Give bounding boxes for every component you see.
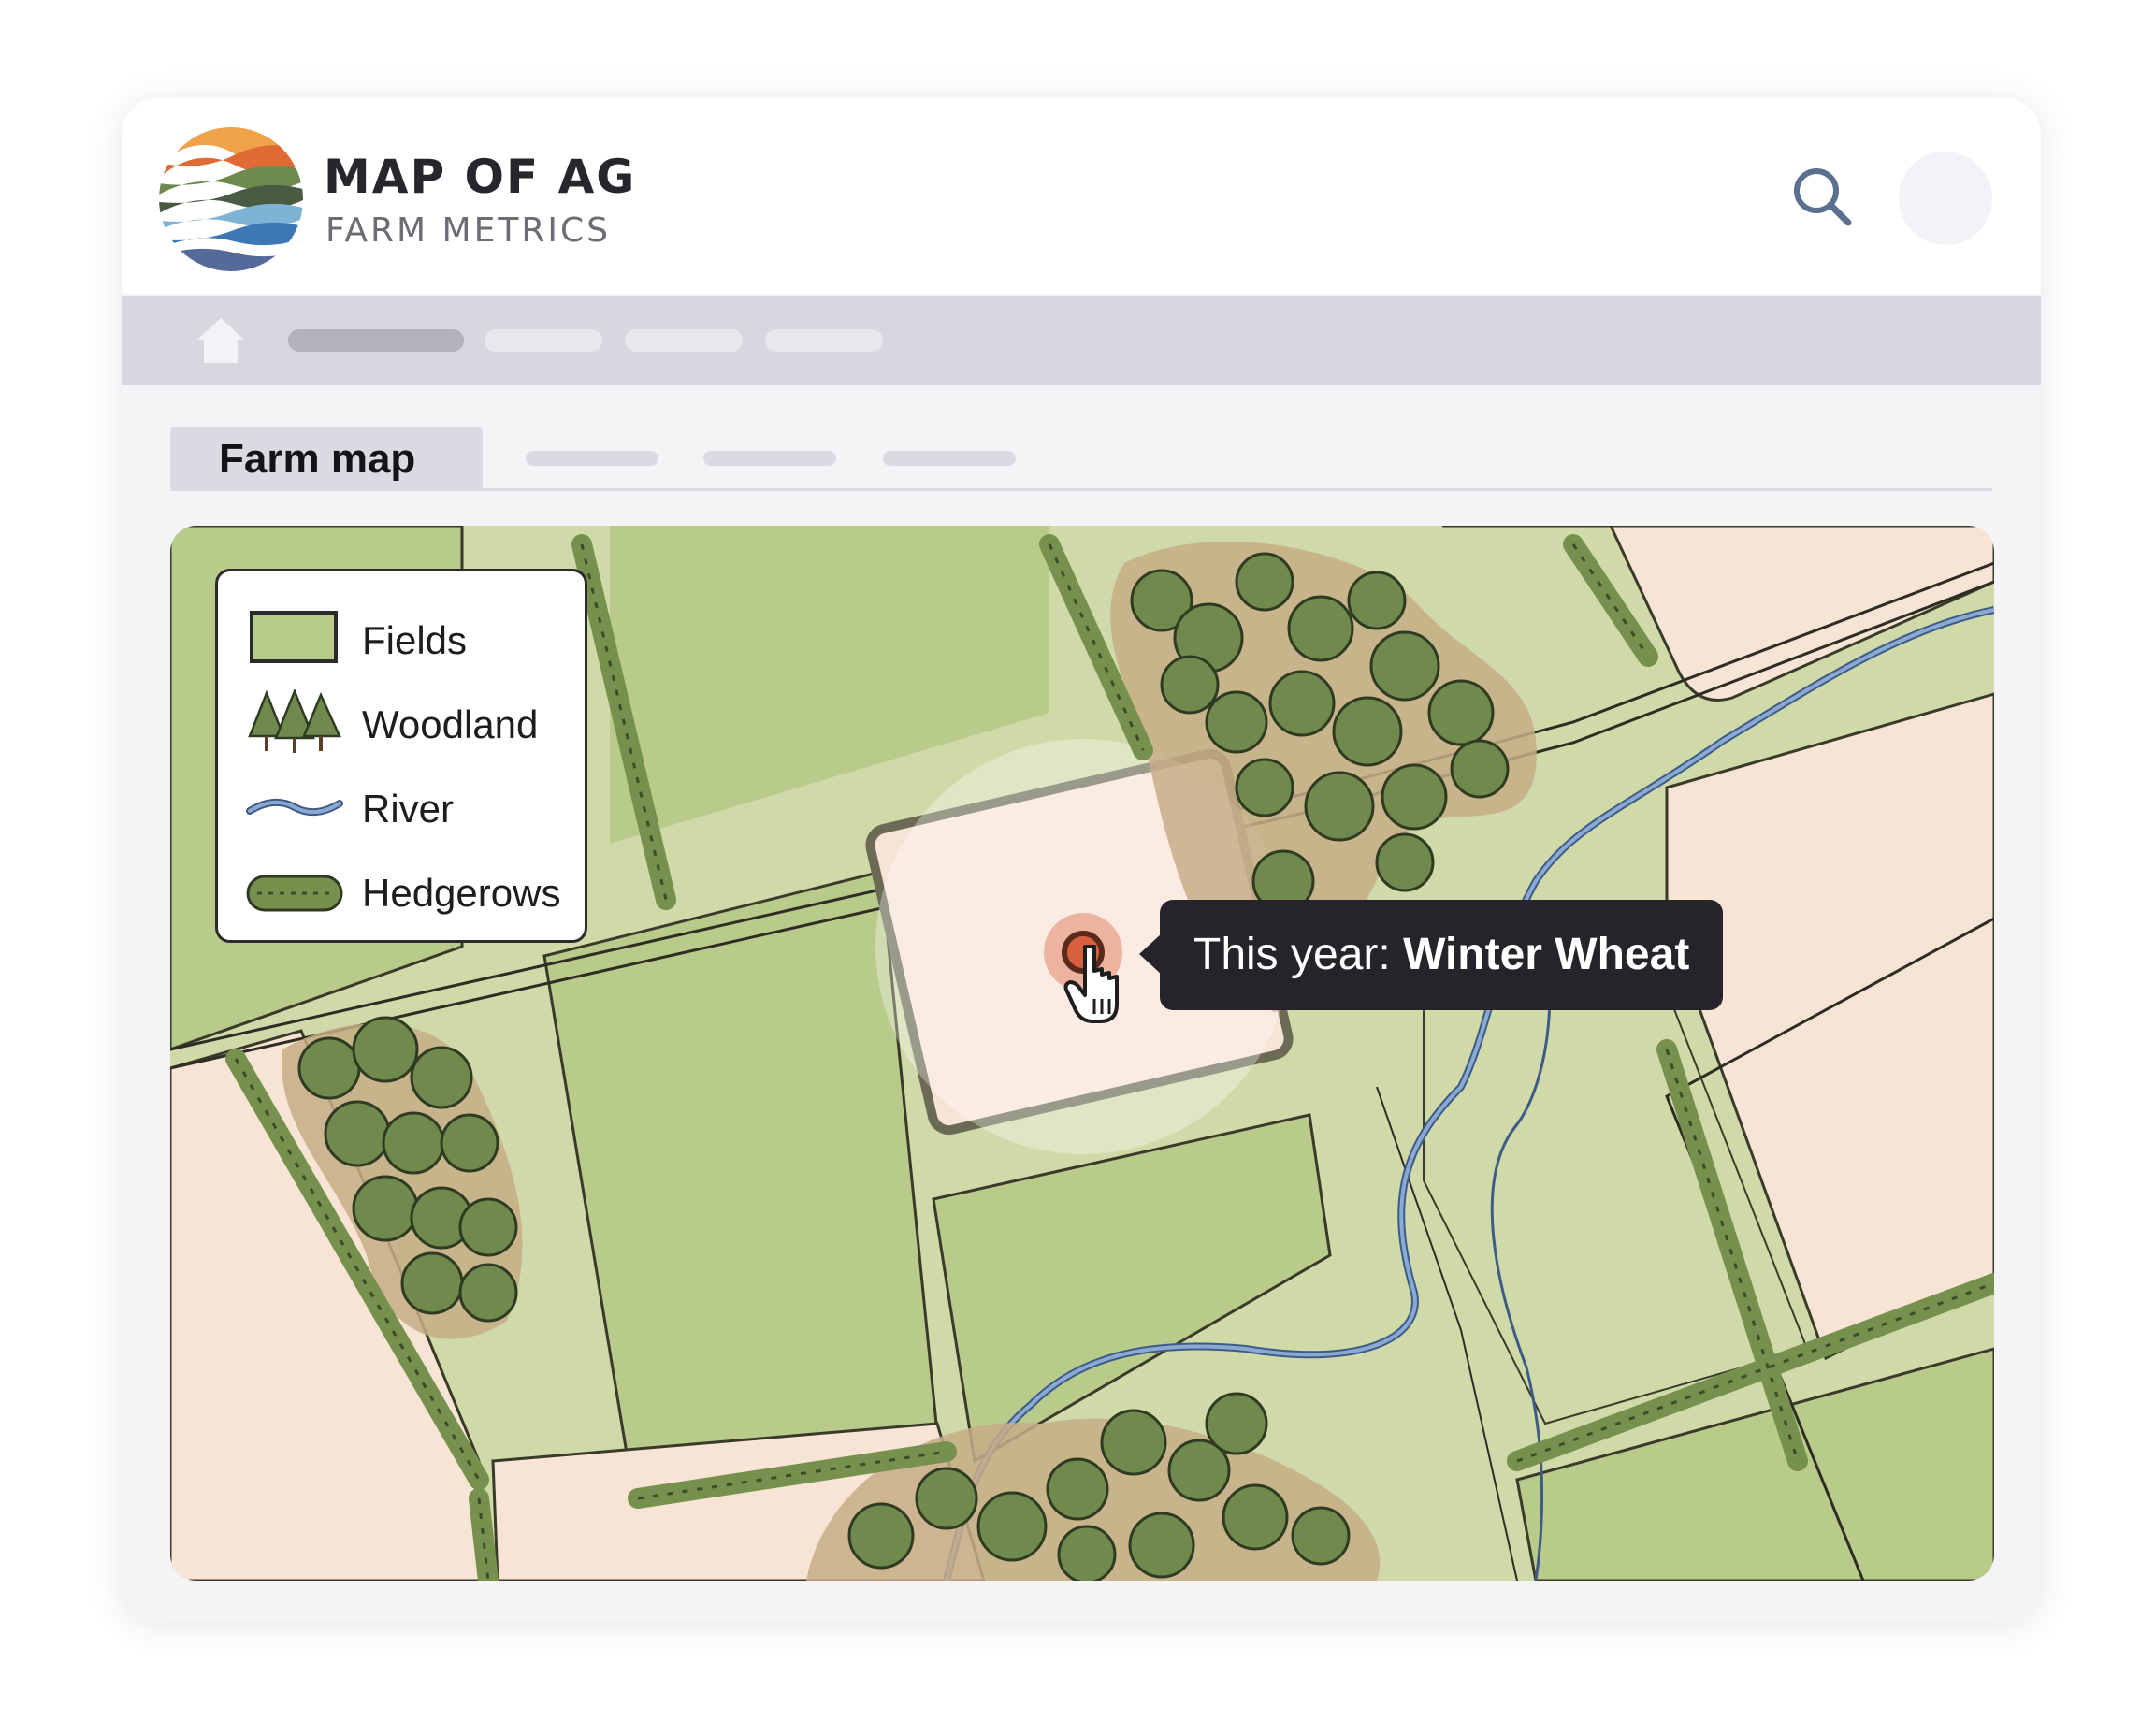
farm-map[interactable]: Fields Woodland River Hedgerows This yea… [170,526,1994,1581]
legend-item-woodland: Woodland [246,687,583,755]
legend-item-river: River [246,774,583,839]
field-location-pin[interactable] [1040,909,1152,1040]
brand-logo [159,127,303,271]
tab-farm-map-label: Farm map [219,436,416,482]
tab-farm-map[interactable]: Farm map [170,427,483,488]
crop-tooltip: This year: Winter Wheat [1138,900,1724,1010]
map-legend: Fields Woodland River Hedgerows [215,569,587,943]
tooltip-prefix: This year: [1193,930,1404,979]
breadcrumb-item[interactable] [485,329,602,352]
tooltip-crop: Winter Wheat [1403,930,1690,979]
breadcrumb-item[interactable] [765,329,883,352]
legend-label: Hedgerows [362,871,561,915]
brand-subtitle: FARM METRICS [325,211,611,250]
field-swatch-icon [246,605,343,671]
nav-bar [122,296,2041,385]
trees-icon [246,687,343,755]
hedge-icon [246,858,343,923]
legend-item-hedgerows: Hedgerows [246,858,583,923]
app-window: MAP OF AG FARM METRICS Farm map Fields W… [122,97,2041,1622]
legend-label: Woodland [362,702,539,746]
breadcrumb-item[interactable] [625,329,743,352]
river-line-icon [246,774,343,839]
profile-avatar-placeholder[interactable] [1899,152,1992,245]
brand-title: MAP OF AG [324,150,637,204]
legend-item-fields: Fields [246,605,583,671]
tab-placeholder[interactable] [883,451,1016,466]
tab-placeholder[interactable] [703,451,836,466]
legend-label: River [362,787,455,831]
tab-placeholder[interactable] [526,451,658,466]
home-icon[interactable] [195,316,247,365]
search-icon[interactable] [1790,165,1856,230]
breadcrumb-item[interactable] [288,329,464,352]
legend-label: Fields [362,618,468,662]
app-header: MAP OF AG FARM METRICS [122,97,2041,294]
tab-divider [170,488,1992,491]
